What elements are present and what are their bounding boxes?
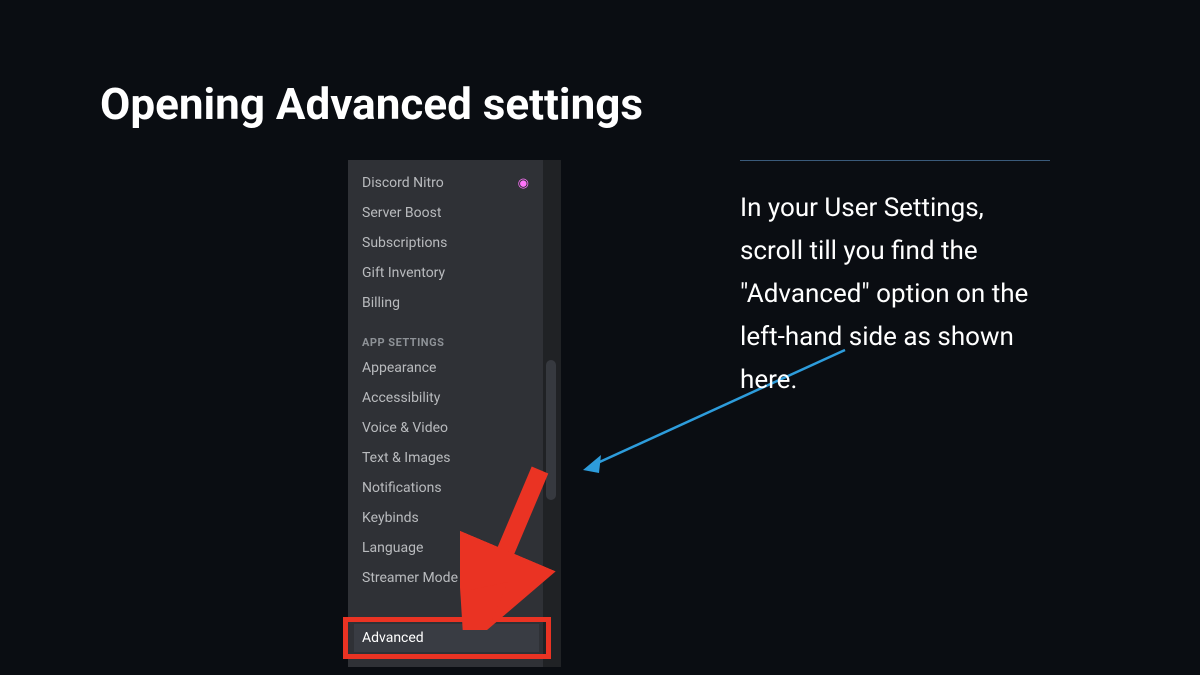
instruction-text: In your User Settings, scroll till you f… (740, 187, 1050, 401)
instruction-divider (740, 160, 1050, 161)
nitro-icon: ◉ (518, 176, 529, 191)
sidebar-item-label: Language (362, 540, 423, 556)
sidebar-item-label: Billing (362, 295, 400, 311)
sidebar-item-keybinds[interactable]: Keybinds (358, 503, 533, 533)
discord-sidebar: Discord Nitro ◉ Server Boost Subscriptio… (348, 160, 543, 667)
sidebar-item-label: Discord Nitro (362, 175, 444, 191)
sidebar-item-text-images[interactable]: Text & Images (358, 443, 533, 473)
sidebar-item-gift-inventory[interactable]: Gift Inventory (358, 258, 533, 288)
scrollbar-thumb[interactable] (546, 360, 556, 500)
sidebar-item-billing[interactable]: Billing (358, 288, 533, 318)
instruction-panel: In your User Settings, scroll till you f… (740, 160, 1050, 401)
sidebar-item-subscriptions[interactable]: Subscriptions (358, 228, 533, 258)
sidebar-item-appearance[interactable]: Appearance (358, 353, 533, 383)
sidebar-item-label: Keybinds (362, 510, 419, 526)
sidebar-item-label: Text & Images (362, 450, 451, 466)
sidebar-item-accessibility[interactable]: Accessibility (358, 383, 533, 413)
sidebar-item-discord-nitro[interactable]: Discord Nitro ◉ (358, 168, 533, 198)
sidebar-item-advanced[interactable]: Advanced (354, 624, 539, 652)
sidebar-item-label: Accessibility (362, 390, 440, 406)
slide-title: Opening Advanced settings (100, 78, 643, 130)
sidebar-item-label: Voice & Video (362, 420, 448, 436)
sidebar-item-label: Server Boost (362, 205, 441, 221)
sidebar-item-label: Appearance (362, 360, 436, 376)
sidebar-item-notifications[interactable]: Notifications (358, 473, 533, 503)
discord-scrollbar[interactable] (543, 160, 561, 667)
sidebar-item-server-boost[interactable]: Server Boost (358, 198, 533, 228)
discord-settings-panel: Discord Nitro ◉ Server Boost Subscriptio… (348, 160, 561, 667)
sidebar-item-language[interactable]: Language (358, 533, 533, 563)
sidebar-item-label: Gift Inventory (362, 265, 445, 281)
sidebar-item-label: Subscriptions (362, 235, 447, 251)
sidebar-item-voice-video[interactable]: Voice & Video (358, 413, 533, 443)
sidebar-item-streamer-mode[interactable]: Streamer Mode (358, 563, 533, 593)
sidebar-item-label: Notifications (362, 480, 442, 496)
sidebar-item-label: Streamer Mode (362, 570, 458, 586)
sidebar-category-app-settings: APP SETTINGS (358, 318, 533, 353)
